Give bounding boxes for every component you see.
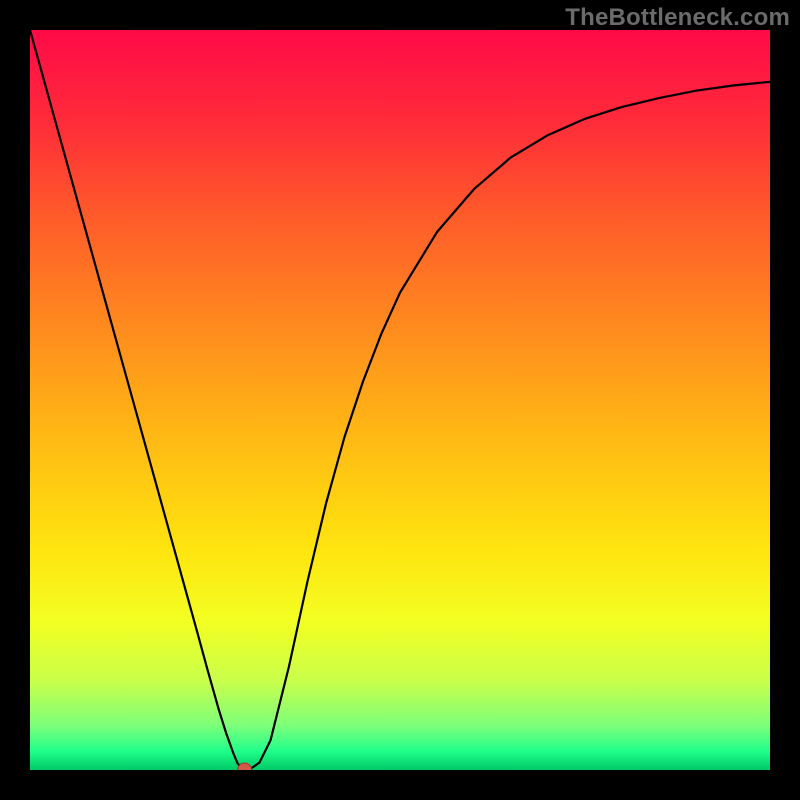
gradient-background: [30, 30, 770, 770]
chart-frame: TheBottleneck.com: [0, 0, 800, 800]
watermark-text: TheBottleneck.com: [565, 4, 790, 32]
chart-svg: [30, 30, 770, 770]
plot-area: [30, 30, 770, 770]
